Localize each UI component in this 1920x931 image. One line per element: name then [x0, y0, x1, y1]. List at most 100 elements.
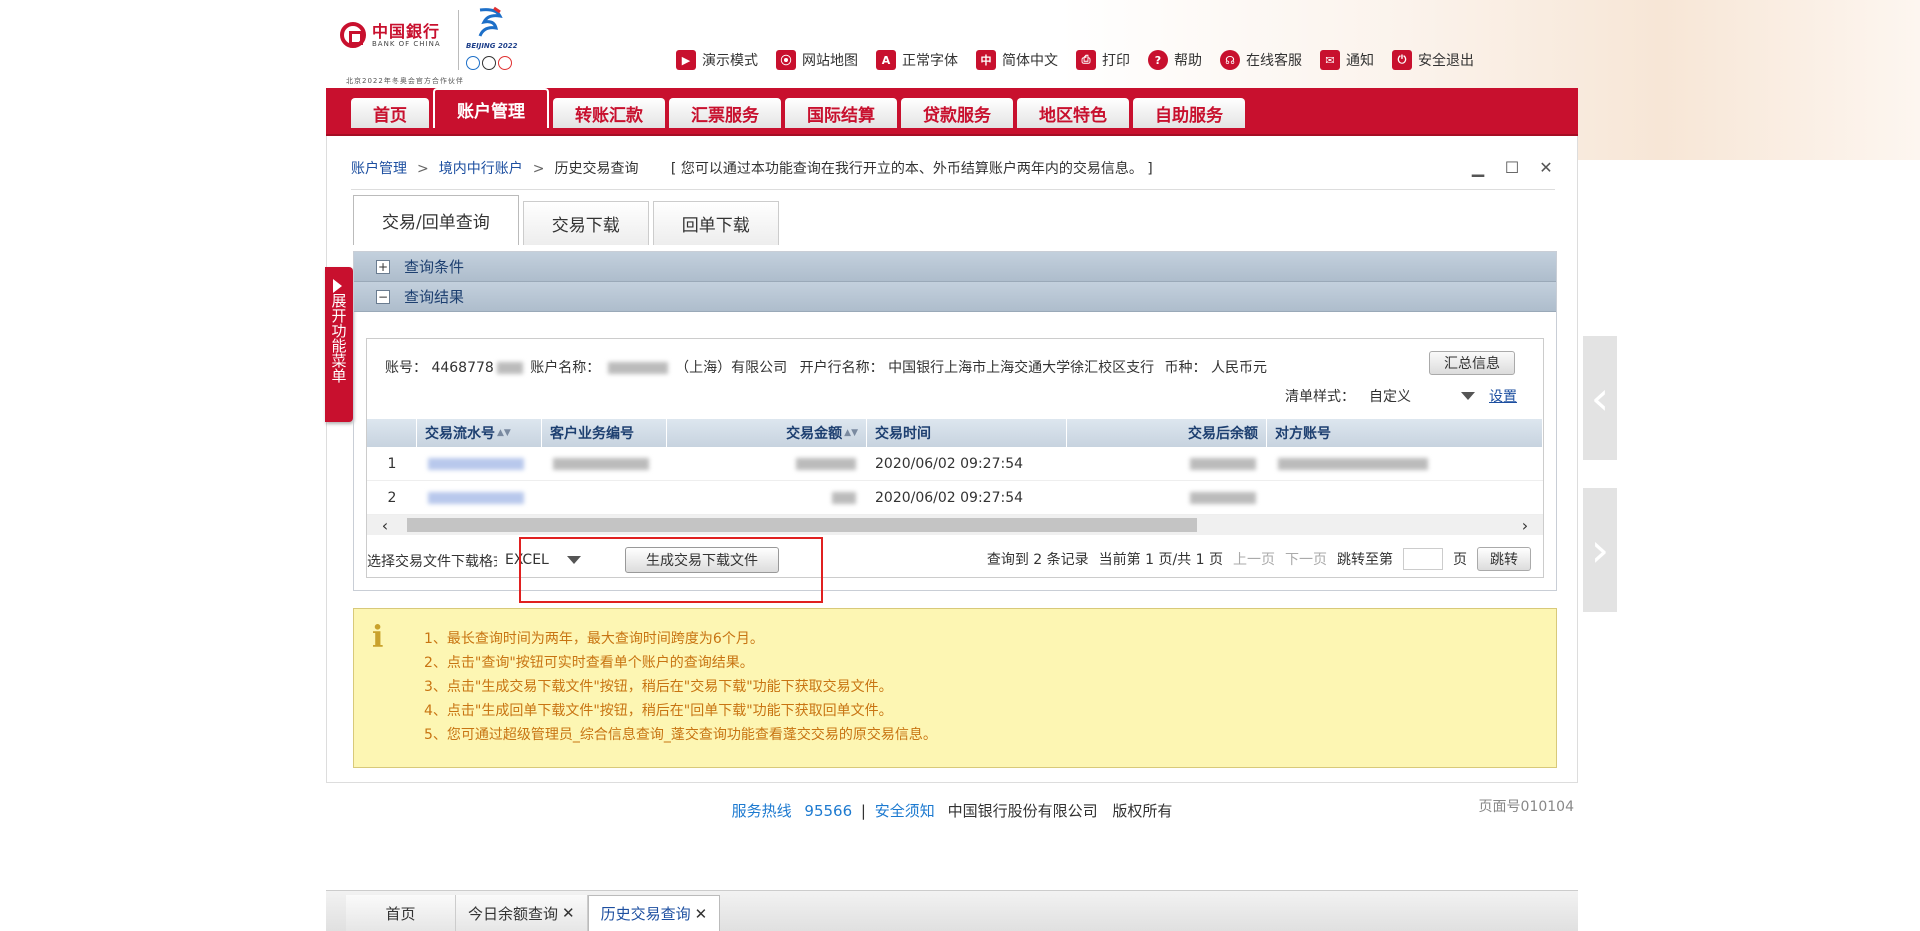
tab-transaction-receipt-query[interactable]: 交易/回单查询	[353, 195, 519, 245]
scroll-left-icon[interactable]: ‹	[375, 515, 395, 535]
scroll-right-icon[interactable]: ›	[1515, 515, 1535, 535]
logo-area: 中国銀行 BANK OF CHINA BEIJING 2022 北京2022年冬…	[340, 4, 517, 88]
bank-name-en: BANK OF CHINA	[372, 40, 441, 48]
col-time: 交易时间	[867, 419, 1067, 447]
task-tab-today-balance[interactable]: 今日余额查询 ✕	[456, 895, 588, 931]
toplink-online-service[interactable]: ☊ 在线客服	[1220, 50, 1302, 70]
footer-safety-link[interactable]: 安全须知	[875, 802, 935, 820]
pager-jump-input[interactable]	[1403, 548, 1443, 570]
breadcrumb-domestic-account[interactable]: 境内中行账户	[439, 161, 523, 177]
language-icon: 中	[976, 50, 996, 70]
section-title: 查询条件	[404, 258, 465, 276]
task-label: 历史交易查询	[600, 905, 691, 923]
redacted-block	[428, 457, 524, 470]
footer: 服务热线 95566 | 安全须知 中国银行股份有限公司 版权所有	[731, 802, 1173, 820]
toplink-font-size[interactable]: A 正常字体	[876, 50, 958, 70]
close-icon[interactable]: ✕	[562, 904, 575, 922]
maximize-icon[interactable]: ☐	[1503, 158, 1521, 177]
list-style-select[interactable]: 自定义	[1363, 385, 1481, 407]
tab-receipt-download[interactable]: 回单下载	[652, 201, 779, 245]
download-format-select[interactable]: EXCEL	[497, 547, 589, 573]
settings-link[interactable]: 设置	[1489, 386, 1517, 406]
nav-tab-loan-service[interactable]: 贷款服务	[901, 98, 1013, 128]
mail-icon: ✉	[1320, 50, 1340, 70]
toplink-label: 打印	[1102, 53, 1130, 69]
info-icon: i	[372, 620, 384, 655]
col-business-no: 客户业务编号	[542, 419, 667, 447]
nav-tab-self-service[interactable]: 自助服务	[1133, 98, 1245, 128]
toplink-logout[interactable]: ⏻ 安全退出	[1392, 50, 1474, 70]
help-icon: ?	[1148, 50, 1168, 70]
close-icon[interactable]: ✕	[1537, 158, 1555, 177]
pager-page-unit: 页	[1453, 552, 1467, 568]
collapse-minus-icon: −	[376, 289, 390, 304]
pager-next[interactable]: 下一页	[1285, 549, 1327, 569]
account-no-label: 账号：	[385, 360, 427, 376]
col-index	[367, 419, 417, 447]
minimize-icon[interactable]: ▁	[1469, 158, 1487, 177]
list-style-value: 自定义	[1369, 389, 1411, 405]
section-query-conditions[interactable]: + 查询条件	[354, 252, 1556, 282]
horizontal-scrollbar[interactable]: ‹ ›	[367, 515, 1543, 535]
nav-tab-transfer[interactable]: 转账汇款	[553, 98, 665, 128]
breadcrumb-divider	[351, 189, 1555, 190]
breadcrumb-note: [ 您可以通过本功能查询在我行开立的本、外币结算账户两年内的交易信息。 ]	[670, 161, 1153, 177]
nav-tab-account-management[interactable]: 账户管理	[433, 88, 549, 128]
section-query-results[interactable]: − 查询结果	[354, 282, 1556, 312]
footer-hotline-label: 服务热线	[731, 802, 792, 820]
nav-tab-draft-service[interactable]: 汇票服务	[669, 98, 781, 128]
logo-divider	[458, 10, 459, 70]
redacted-block	[1190, 491, 1256, 504]
toplink-demo-mode[interactable]: ▶ 演示模式	[676, 50, 758, 70]
next-page-arrow-icon[interactable]: ›	[1583, 488, 1617, 612]
toplink-notice[interactable]: ✉ 通知	[1320, 50, 1374, 70]
bank-name-value: 中国银行上海市上海交通大学徐汇校区支行	[888, 360, 1155, 376]
toplink-label: 在线客服	[1246, 53, 1302, 69]
col-amount[interactable]: 交易金额 ▲▼	[667, 419, 867, 447]
row-time: 2020/06/02 09:27:54	[875, 489, 1024, 506]
nav-tab-international-settlement[interactable]: 国际结算	[785, 98, 897, 128]
task-tab-home[interactable]: 首页	[346, 895, 456, 931]
toplink-language[interactable]: 中简体中文	[976, 50, 1058, 70]
window-controls: ▁ ☐ ✕	[1469, 158, 1555, 177]
prev-page-arrow-icon[interactable]: ‹	[1583, 336, 1617, 460]
transaction-grid: 交易流水号 ▲▼ 客户业务编号 交易金额 ▲▼ 交易时间 交易后余额 对方账号 1 …	[367, 419, 1543, 515]
account-name-label: 账户名称：	[530, 360, 601, 376]
toplink-help[interactable]: ? 帮助	[1148, 50, 1202, 70]
tab-transaction-download[interactable]: 交易下载	[522, 201, 649, 245]
main-nav: 首页 账户管理 转账汇款 汇票服务 国际结算 贷款服务 地区特色 自助服务	[326, 88, 1578, 136]
redacted-block	[796, 457, 856, 470]
pager-jump-button[interactable]: 跳转	[1477, 547, 1531, 571]
generate-download-file-button[interactable]: 生成交易下载文件	[625, 547, 779, 573]
table-row[interactable]: 1 2020/06/02 09:27:54	[367, 447, 1543, 481]
nav-tab-regional-features[interactable]: 地区特色	[1017, 98, 1129, 128]
close-icon[interactable]: ✕	[695, 905, 708, 923]
toplink-site-map[interactable]: ⦿ 网站地图	[776, 50, 858, 70]
redacted-block	[1190, 457, 1256, 470]
sub-tabs: 交易/回单查询 交易下载 回单下载	[353, 195, 779, 245]
expand-plus-icon: +	[376, 259, 390, 274]
pager-current: 当前第 1 页/共 1 页	[1098, 552, 1223, 568]
notice-list: 1、最长查询时间为两年，最大查询时间跨度为6个月。 2、点击"查询"按钮可实时查…	[424, 627, 937, 747]
pager-prev[interactable]: 上一页	[1233, 549, 1275, 569]
summary-info-button[interactable]: 汇总信息	[1429, 351, 1515, 375]
task-label: 首页	[385, 904, 416, 923]
task-tab-history-query[interactable]: 历史交易查询 ✕	[587, 895, 721, 931]
nav-tab-home[interactable]: 首页	[351, 98, 429, 128]
breadcrumb: 账户管理 > 境内中行账户 > 历史交易查询 [ 您可以通过本功能查询在我行开立的本、外…	[351, 158, 1153, 178]
col-serial-no[interactable]: 交易流水号 ▲▼	[417, 419, 542, 447]
col-counterparty: 对方账号	[1267, 419, 1543, 447]
toplink-print[interactable]: ⎙ 打印	[1076, 50, 1130, 70]
notice-item: 1、最长查询时间为两年，最大查询时间跨度为6个月。	[424, 631, 764, 647]
main-panel: 账户管理 > 境内中行账户 > 历史交易查询 [ 您可以通过本功能查询在我行开立的本、外…	[325, 136, 1617, 783]
notice-box: i 1、最长查询时间为两年，最大查询时间跨度为6个月。 2、点击"查询"按钮可实…	[353, 608, 1557, 768]
redacted-block	[1278, 457, 1428, 470]
top-links: ▶ 演示模式 ⦿ 网站地图 A 正常字体 中简体中文 ⎙ 打印 ? 帮助 ☊ 在线客服 ✉ 通…	[676, 50, 1474, 70]
breadcrumb-account-management[interactable]: 账户管理	[351, 161, 407, 177]
table-row[interactable]: 2 2020/06/02 09:27:54	[367, 481, 1543, 515]
scrollbar-thumb[interactable]	[407, 518, 1197, 532]
sort-icon: ▲▼	[497, 428, 511, 438]
col-label: 交易金额	[786, 426, 843, 442]
expand-menu-label: 展开功能菜单	[329, 293, 348, 383]
expand-menu-toggle[interactable]: 展开功能菜单	[325, 267, 353, 422]
